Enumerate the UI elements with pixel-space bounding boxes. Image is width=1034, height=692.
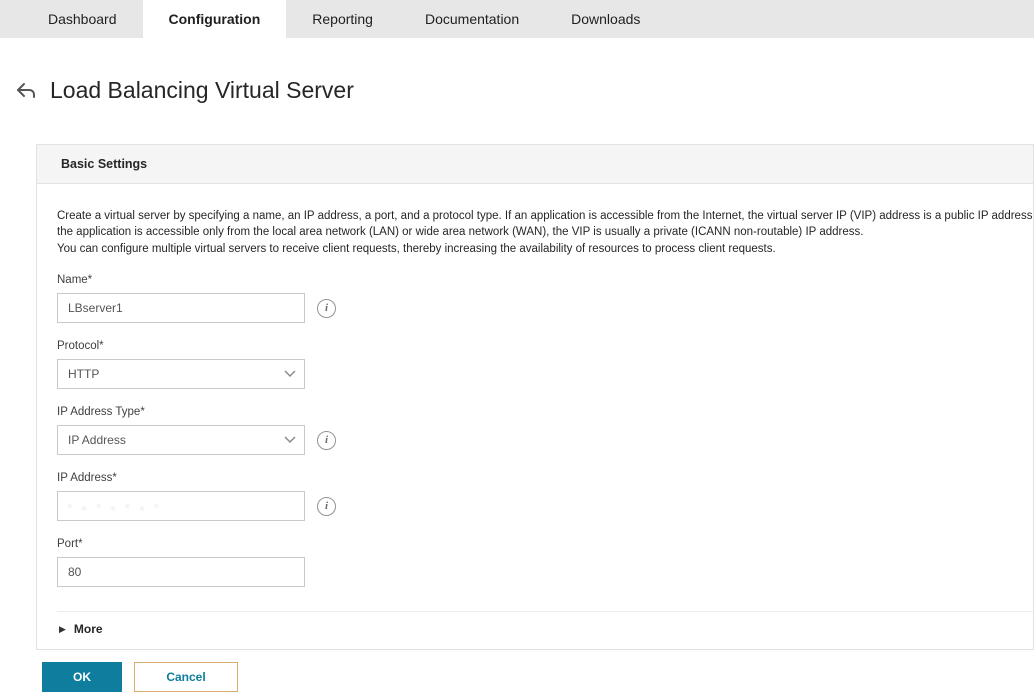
basic-settings-panel: Basic Settings Create a virtual server b… <box>36 144 1034 651</box>
info-icon[interactable]: i <box>317 497 336 516</box>
description-line: the application is accessible only from … <box>57 224 1033 241</box>
tab-dashboard[interactable]: Dashboard <box>22 0 143 38</box>
ip-address-type-label: IP Address Type* <box>57 406 1033 418</box>
top-tab-bar: Dashboard Configuration Reporting Docume… <box>0 0 1034 38</box>
expander-triangle-icon: ▶ <box>59 625 66 634</box>
field-port: Port* <box>57 538 1033 587</box>
info-icon[interactable]: i <box>317 431 336 450</box>
chevron-down-icon <box>284 436 296 444</box>
panel-description: Create a virtual server by specifying a … <box>57 208 1033 258</box>
tab-reporting[interactable]: Reporting <box>286 0 399 38</box>
tab-downloads[interactable]: Downloads <box>545 0 666 38</box>
protocol-select[interactable]: HTTP <box>57 359 305 389</box>
port-input[interactable] <box>57 557 305 587</box>
back-arrow-icon[interactable] <box>14 79 38 103</box>
ok-button[interactable]: OK <box>42 662 122 692</box>
field-protocol: Protocol* HTTP <box>57 340 1033 389</box>
panel-header: Basic Settings <box>37 145 1033 184</box>
page-title-row: Load Balancing Virtual Server <box>14 62 1034 120</box>
field-ip-address-type: IP Address Type* IP Address i <box>57 406 1033 455</box>
port-label: Port* <box>57 538 1033 550</box>
description-line: Create a virtual server by specifying a … <box>57 208 1033 225</box>
field-ip-address: IP Address* · . · . · . · i <box>57 472 1033 521</box>
chevron-down-icon <box>284 370 296 378</box>
ip-address-input[interactable]: · . · . · . · <box>57 491 305 521</box>
ip-address-masked-value: · . · . · . · <box>68 500 162 512</box>
cancel-button[interactable]: Cancel <box>134 662 238 692</box>
ip-address-type-selected-value: IP Address <box>68 433 126 447</box>
protocol-selected-value: HTTP <box>68 367 99 381</box>
info-icon[interactable]: i <box>317 299 336 318</box>
tab-documentation[interactable]: Documentation <box>399 0 545 38</box>
action-buttons: OK Cancel <box>42 662 1034 692</box>
more-label: More <box>74 622 103 636</box>
tab-configuration[interactable]: Configuration <box>143 0 287 38</box>
ip-address-label: IP Address* <box>57 472 1033 484</box>
more-expander[interactable]: ▶ More <box>57 611 1033 649</box>
field-name: Name* i <box>57 274 1033 323</box>
protocol-label: Protocol* <box>57 340 1033 352</box>
name-label: Name* <box>57 274 1033 286</box>
name-input[interactable] <box>57 293 305 323</box>
page-title: Load Balancing Virtual Server <box>50 77 354 104</box>
description-line: You can configure multiple virtual serve… <box>57 241 1033 258</box>
ip-address-type-select[interactable]: IP Address <box>57 425 305 455</box>
